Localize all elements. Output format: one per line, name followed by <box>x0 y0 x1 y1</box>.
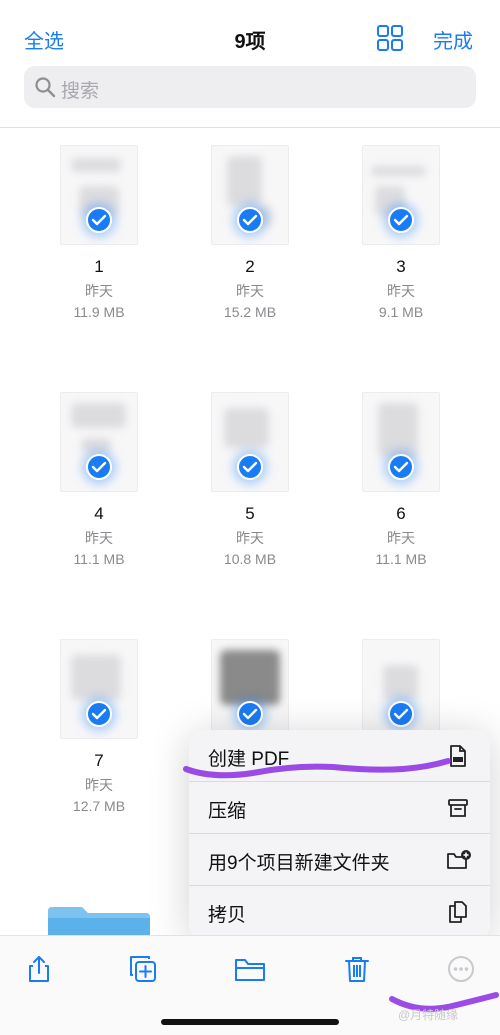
search-input[interactable]: 搜索 <box>24 66 476 108</box>
file-name: 5 <box>245 504 255 523</box>
archive-box-icon <box>446 796 470 820</box>
menu-item-copy[interactable]: 拷贝 <box>189 886 490 938</box>
divider <box>0 127 500 128</box>
file-size: 15.2 MB <box>223 304 277 320</box>
share-icon[interactable] <box>24 954 54 984</box>
menu-item-label: 压缩 <box>208 801 247 822</box>
menu-item-label: 创建 PDF <box>208 749 290 770</box>
file-date: 昨天 <box>387 530 415 546</box>
folder-icon[interactable] <box>234 954 265 984</box>
file-size: 11.9 MB <box>73 304 125 320</box>
checkmark-icon[interactable] <box>388 454 414 480</box>
trash-icon[interactable] <box>342 954 372 984</box>
watermark: @月特随缘 <box>398 1008 459 1022</box>
checkmark-icon[interactable] <box>237 454 263 480</box>
checkmark-icon[interactable] <box>237 701 263 727</box>
duplicate-icon[interactable] <box>128 954 158 984</box>
file-name: 3 <box>396 257 406 276</box>
checkmark-icon[interactable] <box>237 207 263 233</box>
file-size: 12.7 MB <box>72 798 126 814</box>
file-size: 9.1 MB <box>378 304 424 320</box>
home-indicator <box>161 1019 339 1025</box>
page-title: 9项 <box>234 31 266 53</box>
file-date: 昨天 <box>236 530 264 546</box>
search-icon <box>34 76 56 98</box>
file-date: 昨天 <box>85 530 113 546</box>
file-date: 昨天 <box>236 283 264 299</box>
file-name: 7 <box>94 751 104 770</box>
menu-item-create-pdf[interactable]: 创建 PDF <box>189 730 490 782</box>
copy-icon <box>446 900 470 924</box>
file-name: 4 <box>94 504 104 523</box>
file-size: 10.8 MB <box>223 551 277 567</box>
done-button[interactable]: 完成 <box>433 25 473 54</box>
context-menu: 创建 PDF 压缩 用9个项目新建文件夹 拷贝 <box>189 730 490 940</box>
file-size: 11.1 MB <box>73 551 125 567</box>
file-name: 1 <box>94 257 104 276</box>
checkmark-icon[interactable] <box>388 207 414 233</box>
navigation-bar: 全选 9项 完成 <box>0 0 500 62</box>
file-item[interactable]: 5 昨天 10.8 MB <box>185 392 315 592</box>
file-item[interactable]: 1 昨天 11.9 MB <box>34 145 164 345</box>
file-item[interactable]: 2 昨天 15.2 MB <box>185 145 315 345</box>
pdf-document-icon <box>446 744 470 768</box>
menu-item-compress[interactable]: 压缩 <box>189 782 490 834</box>
checkmark-icon[interactable] <box>86 207 112 233</box>
bottom-toolbar: @月特随缘 <box>0 935 500 1035</box>
search-placeholder: 搜索 <box>61 81 100 102</box>
file-date: 昨天 <box>85 283 113 299</box>
file-name: 2 <box>245 257 255 276</box>
file-item[interactable]: 7 昨天 12.7 MB <box>34 639 164 839</box>
new-folder-icon <box>446 848 471 872</box>
file-name: 6 <box>396 504 406 523</box>
file-item[interactable]: 4 昨天 11.1 MB <box>34 392 164 592</box>
file-item[interactable]: 6 昨天 11.1 MB <box>336 392 466 592</box>
menu-item-new-folder-with-items[interactable]: 用9个项目新建文件夹 <box>189 834 490 886</box>
more-icon[interactable] <box>446 954 476 984</box>
file-date: 昨天 <box>85 777 113 793</box>
menu-item-label: 拷贝 <box>208 905 247 926</box>
file-size: 11.1 MB <box>375 551 427 567</box>
checkmark-icon[interactable] <box>86 454 112 480</box>
checkmark-icon[interactable] <box>86 701 112 727</box>
file-item[interactable]: 3 昨天 9.1 MB <box>336 145 466 345</box>
grid-icon[interactable] <box>377 25 403 51</box>
file-date: 昨天 <box>387 283 415 299</box>
menu-item-label: 用9个项目新建文件夹 <box>208 853 390 874</box>
folder-icon[interactable] <box>48 907 150 937</box>
checkmark-icon[interactable] <box>388 701 414 727</box>
